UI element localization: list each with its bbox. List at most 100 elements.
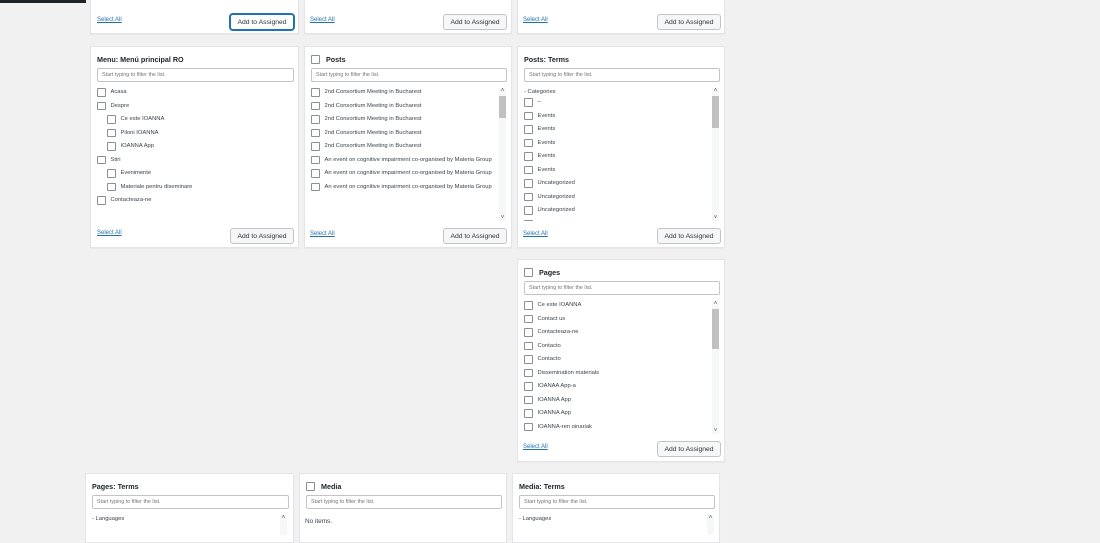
scrollbar[interactable]: ˄ — [280, 515, 287, 535]
item-checkbox[interactable] — [524, 395, 533, 404]
item-checkbox[interactable] — [524, 219, 533, 221]
select-all-link[interactable]: Select All — [97, 17, 122, 23]
list-item[interactable]: 2nd Consortium Meeting in Bucharest — [311, 115, 495, 124]
list-item[interactable]: Dissemination materials — [524, 368, 708, 377]
media-terms-items-list[interactable]: - Languages — [519, 515, 703, 535]
item-checkbox[interactable] — [97, 101, 106, 110]
posts-items-list[interactable]: 2nd Consortium Meeting in Bucharest 2nd C… — [311, 88, 495, 221]
filter-input[interactable] — [306, 495, 502, 509]
item-checkbox[interactable] — [524, 422, 533, 431]
select-all-link[interactable]: Select All — [310, 231, 335, 237]
list-item[interactable]: Stiri — [97, 155, 294, 164]
item-checkbox[interactable] — [311, 155, 320, 164]
scroll-thumb[interactable] — [712, 309, 719, 349]
select-all-checkbox[interactable] — [311, 55, 320, 64]
item-checkbox[interactable] — [311, 115, 320, 124]
list-item[interactable]: IOANNA App — [524, 409, 708, 418]
list-item[interactable]: Contacto — [524, 355, 708, 364]
item-checkbox[interactable] — [311, 182, 320, 191]
scroll-up-icon[interactable]: ˄ — [712, 88, 719, 94]
item-checkbox[interactable] — [524, 179, 533, 188]
select-all-link[interactable]: Select All — [523, 17, 548, 23]
list-item[interactable]: Uncategorized — [524, 179, 708, 188]
select-all-link[interactable]: Select All — [523, 231, 548, 237]
item-checkbox[interactable] — [311, 88, 320, 97]
item-checkbox[interactable] — [524, 328, 533, 337]
item-checkbox[interactable] — [524, 152, 533, 161]
list-item[interactable]: Despre — [97, 101, 294, 110]
list-item[interactable]: Uncategorized — [524, 219, 708, 221]
scroll-thumb[interactable] — [712, 96, 719, 128]
scroll-up-icon[interactable]: ˄ — [707, 515, 714, 521]
item-checkbox[interactable] — [524, 192, 533, 201]
item-checkbox[interactable] — [524, 355, 533, 364]
add-to-assigned-button[interactable]: Add to Assigned — [657, 228, 721, 244]
item-checkbox[interactable] — [107, 169, 116, 178]
scroll-down-icon[interactable]: ˅ — [712, 215, 719, 221]
item-checkbox[interactable] — [524, 125, 533, 134]
list-item[interactable]: 2nd Consortium Meeting in Bucharest — [311, 88, 495, 97]
list-item[interactable]: Contacteaza-ne — [97, 196, 294, 205]
select-all-link[interactable]: Select All — [310, 17, 335, 23]
list-item[interactable]: IOANNA App — [107, 142, 294, 151]
item-checkbox[interactable] — [97, 196, 106, 205]
list-item[interactable]: Uncategorized — [524, 192, 708, 201]
item-checkbox[interactable] — [524, 314, 533, 323]
item-checkbox[interactable] — [311, 101, 320, 110]
add-to-assigned-button[interactable]: Add to Assigned — [443, 14, 507, 30]
pages-items-list[interactable]: Ce este IOANNA Contact us Contacteaza-ne Co… — [524, 301, 708, 434]
select-all-checkbox[interactable] — [524, 268, 533, 277]
add-to-assigned-button[interactable]: Add to Assigned — [230, 14, 294, 30]
item-checkbox[interactable] — [524, 301, 533, 310]
item-checkbox[interactable] — [524, 138, 533, 147]
list-item[interactable]: Events — [524, 125, 708, 134]
list-item[interactable]: An event on cognitive impairment co-orga… — [311, 155, 495, 164]
select-all-link[interactable]: Select All — [523, 444, 548, 450]
list-item[interactable]: Piloni IOANNA — [107, 128, 294, 137]
scroll-up-icon[interactable]: ˄ — [280, 515, 287, 521]
list-item[interactable]: Acasa — [97, 88, 294, 97]
list-item[interactable]: Events — [524, 111, 708, 120]
item-checkbox[interactable] — [97, 155, 106, 164]
scroll-up-icon[interactable]: ˄ — [712, 301, 719, 307]
item-checkbox[interactable] — [311, 128, 320, 137]
item-checkbox[interactable] — [107, 115, 116, 124]
list-item[interactable]: – — [524, 98, 708, 107]
list-item[interactable]: Contacto — [524, 341, 708, 350]
filter-input[interactable] — [524, 68, 720, 82]
scrollbar[interactable]: ˄ ˅ — [499, 88, 506, 221]
list-item[interactable]: Ce este IOANNA — [524, 301, 708, 310]
list-item[interactable]: Uncategorized — [524, 206, 708, 215]
list-item[interactable]: Events — [524, 165, 708, 174]
item-checkbox[interactable] — [524, 98, 533, 107]
item-checkbox[interactable] — [107, 142, 116, 151]
list-item[interactable]: Contacteaza-ne — [524, 328, 708, 337]
item-checkbox[interactable] — [107, 128, 116, 137]
list-item[interactable]: 2nd Consortium Meeting in Bucharest — [311, 128, 495, 137]
list-item[interactable]: An event on cognitive impairment co-orga… — [311, 182, 495, 191]
list-item[interactable]: 2nd Consortium Meeting in Bucharest — [311, 101, 495, 110]
list-item[interactable]: Contact us — [524, 314, 708, 323]
filter-input[interactable] — [92, 495, 289, 509]
item-checkbox[interactable] — [107, 182, 116, 191]
select-all-link[interactable]: Select All — [97, 230, 122, 236]
list-item[interactable]: An event on cognitive impairment co-orga… — [311, 169, 495, 178]
list-item[interactable]: Materiale pentru diseminare — [107, 182, 294, 191]
item-checkbox[interactable] — [524, 206, 533, 215]
list-item[interactable]: IOANNA-ren oinariak — [524, 422, 708, 431]
list-item[interactable]: Ce este IOANNA — [107, 115, 294, 124]
list-item[interactable]: Events — [524, 138, 708, 147]
scrollbar[interactable]: ˄ — [707, 515, 714, 535]
filter-input[interactable] — [97, 68, 294, 82]
list-item[interactable]: 2nd Consortium Meeting in Bucharest — [311, 142, 495, 151]
item-checkbox[interactable] — [524, 382, 533, 391]
list-item[interactable]: IOANNA App — [524, 395, 708, 404]
add-to-assigned-button[interactable]: Add to Assigned — [443, 228, 507, 244]
add-to-assigned-button[interactable]: Add to Assigned — [657, 441, 721, 457]
filter-input[interactable] — [524, 281, 720, 295]
scroll-down-icon[interactable]: ˅ — [499, 215, 506, 221]
scroll-up-icon[interactable]: ˄ — [499, 88, 506, 94]
item-checkbox[interactable] — [311, 142, 320, 151]
select-all-checkbox[interactable] — [306, 482, 315, 491]
item-checkbox[interactable] — [311, 169, 320, 178]
